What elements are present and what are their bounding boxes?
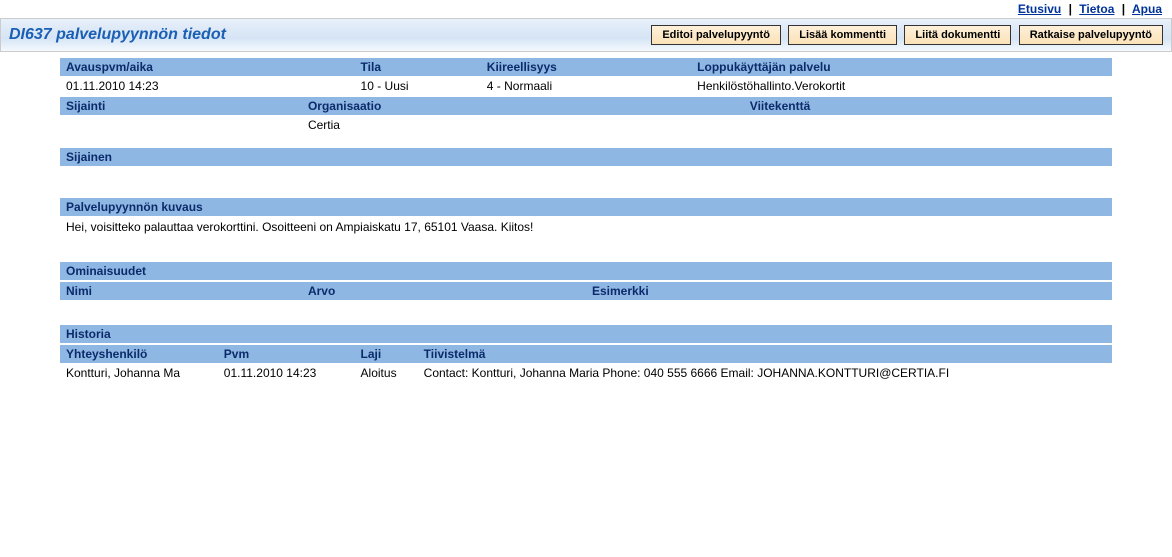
description-value: Hei, voisitteko palauttaa verokorttini. … [60,216,1112,238]
history-col-date: Pvm [218,345,355,364]
history-contact: Kontturi, Johanna Ma [60,364,218,383]
attributes-label: Ominaisuudet [60,262,1112,280]
add-comment-button[interactable]: Lisää kommentti [788,25,897,45]
header-buttons: Editoi palvelupyyntö Lisää kommentti Lii… [647,25,1163,45]
history-summary: Contact: Kontturi, Johanna Maria Phone: … [418,364,1112,383]
details-row-1: Avauspvm/aika Tila Kiireellisyys Loppukä… [60,58,1112,95]
history-table: Yhteyshenkilö Pvm Laji Tiivistelmä Kontt… [60,345,1112,382]
history-date: 01.11.2010 14:23 [218,364,355,383]
attributes-col-name: Nimi [60,282,302,301]
service-label: Loppukäyttäjän palvelu [691,58,1112,77]
history-label: Historia [60,325,1112,343]
reffield-value [744,116,1112,135]
urgency-label: Kiireellisyys [481,58,691,77]
nav-help-link[interactable]: Apua [1132,2,1162,16]
description-label: Palvelupyynnön kuvaus [60,198,1112,216]
opened-value: 01.11.2010 14:23 [60,77,355,96]
history-row: Kontturi, Johanna Ma 01.11.2010 14:23 Al… [60,364,1112,383]
nav-home-link[interactable]: Etusivu [1018,2,1061,16]
history-col-summary: Tiivistelmä [418,345,1112,364]
nav-separator: | [1122,2,1125,16]
details-row-2: Sijainti Organisaatio Viitekenttä Certia [60,97,1112,134]
nav-about-link[interactable]: Tietoa [1079,2,1114,16]
urgency-value: 4 - Normaali [481,77,691,96]
org-label: Organisaatio [302,97,744,116]
substitute-value [60,166,1112,174]
location-value [60,116,302,135]
reffield-label: Viitekenttä [744,97,1112,116]
page-header: DI637 palvelupyynnön tiedot Editoi palve… [0,18,1172,52]
attach-document-button[interactable]: Liitä dokumentti [904,25,1011,45]
nav-separator: | [1069,2,1072,16]
content-area: Avauspvm/aika Tila Kiireellisyys Loppukä… [0,52,1172,402]
history-type: Aloitus [355,364,418,383]
substitute-label: Sijainen [60,148,1112,166]
history-col-type: Laji [355,345,418,364]
service-value: Henkilöstöhallinto.Verokortit [691,77,1112,96]
attributes-table: Nimi Arvo Esimerkki [60,282,1112,301]
attributes-col-example: Esimerkki [586,282,1112,301]
history-col-contact: Yhteyshenkilö [60,345,218,364]
edit-request-button[interactable]: Editoi palvelupyyntö [651,25,781,45]
org-value: Certia [302,116,744,135]
attributes-col-value: Arvo [302,282,586,301]
location-label: Sijainti [60,97,302,116]
page-title: DI637 palvelupyynnön tiedot [9,26,226,44]
status-label: Tila [355,58,481,77]
status-value: 10 - Uusi [355,77,481,96]
opened-label: Avauspvm/aika [60,58,355,77]
top-nav: Etusivu | Tietoa | Apua [0,0,1172,18]
resolve-request-button[interactable]: Ratkaise palvelupyyntö [1019,25,1163,45]
